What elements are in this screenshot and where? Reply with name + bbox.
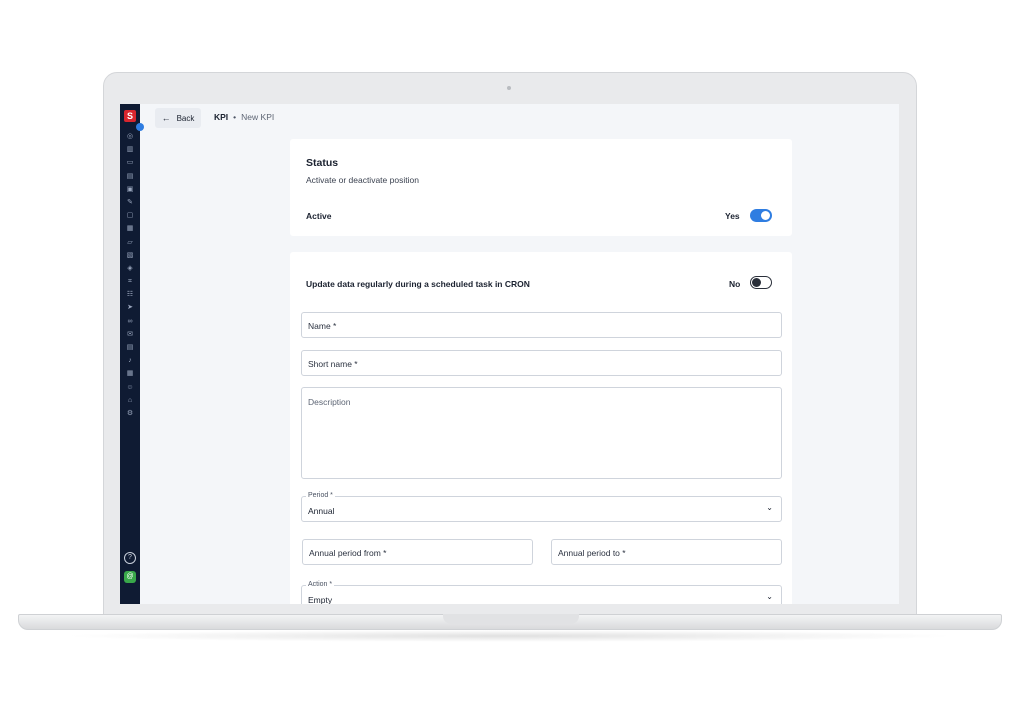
user-avatar[interactable]: @: [124, 571, 136, 583]
short-name-placeholder: Short name *: [308, 359, 358, 369]
action-select[interactable]: Action * Empty ⌄: [301, 581, 782, 604]
description-placeholder: Description: [308, 397, 351, 407]
annual-period-from-placeholder: Annual period from *: [309, 548, 387, 558]
presentation-icon[interactable]: ▭: [120, 156, 140, 169]
mail-icon[interactable]: ✉: [120, 328, 140, 341]
chevron-down-icon: ⌄: [766, 503, 773, 512]
bell-icon[interactable]: ♪: [120, 354, 140, 367]
sidebar: S ◎ ▥ ▭ ▤ ▣ ✎ ▢ ▦ ▱ ▧ ◈ ⌗ ☷ ➤ ∞ ✉ ▤ ♪ ▦ ☺ ⌂ ⚙ ? @: [120, 104, 140, 604]
graduation-icon[interactable]: ⌂: [120, 394, 140, 407]
active-value: Yes: [725, 211, 740, 221]
back-label: Back: [176, 113, 195, 123]
calculator-icon[interactable]: ▦: [120, 367, 140, 380]
toggle-knob: [752, 278, 761, 287]
period-label: Period *: [306, 492, 335, 499]
document-icon[interactable]: ▤: [120, 170, 140, 183]
name-field[interactable]: Name *: [301, 312, 782, 338]
description-field[interactable]: Description: [301, 387, 782, 479]
status-title: Status: [306, 157, 339, 169]
cron-value: No: [729, 279, 741, 289]
calendar-icon[interactable]: ▦: [120, 222, 140, 235]
annual-period-from-field[interactable]: Annual period from *: [302, 539, 533, 565]
cron-toggle[interactable]: [750, 276, 772, 289]
laptop-shadow: [60, 630, 960, 642]
tag-icon[interactable]: ◈: [120, 262, 140, 275]
app-screen: S ◎ ▥ ▭ ▤ ▣ ✎ ▢ ▦ ▱ ▧ ◈ ⌗ ☷ ➤ ∞ ✉ ▤ ♪ ▦ ☺ ⌂ ⚙ ? @ ← Back KPI …: [120, 104, 899, 604]
dashboard-icon[interactable]: ◎: [120, 130, 140, 143]
chart-icon[interactable]: ▥: [120, 143, 140, 156]
chevron-down-icon: ⌄: [766, 592, 773, 601]
laptop-notch: [443, 614, 579, 624]
laptop-camera: [507, 86, 511, 90]
kpi-form-card: Update data regularly during a scheduled…: [290, 252, 792, 604]
sidebar-icon-list: ◎ ▥ ▭ ▤ ▣ ✎ ▢ ▦ ▱ ▧ ◈ ⌗ ☷ ➤ ∞ ✉ ▤ ♪ ▦ ☺ ⌂ ⚙: [120, 130, 140, 420]
active-label: Active: [306, 211, 332, 221]
send-icon[interactable]: ➤: [120, 301, 140, 314]
name-placeholder: Name *: [308, 321, 337, 331]
folder-icon[interactable]: ▱: [120, 236, 140, 249]
network-icon[interactable]: ⌗: [120, 275, 140, 288]
cron-label: Update data regularly during a scheduled…: [306, 279, 530, 289]
link-icon[interactable]: ∞: [120, 315, 140, 328]
period-select[interactable]: Period * Annual ⌄: [301, 492, 782, 522]
edit-icon[interactable]: ✎: [120, 196, 140, 209]
help-icon[interactable]: ?: [124, 552, 136, 564]
app-logo[interactable]: S: [124, 110, 136, 122]
status-card: Status Activate or deactivate position A…: [290, 139, 792, 236]
active-toggle[interactable]: [750, 209, 772, 222]
gallery-icon[interactable]: ▧: [120, 249, 140, 262]
breadcrumb-separator: •: [233, 112, 237, 122]
clipboard-icon[interactable]: ▢: [120, 209, 140, 222]
period-value: Annual: [308, 506, 335, 516]
toggle-knob: [761, 211, 770, 220]
sidebar-collapse-button[interactable]: [136, 123, 144, 131]
breadcrumb-current: New KPI: [241, 112, 275, 122]
arrow-left-icon: ←: [161, 113, 171, 123]
short-name-field[interactable]: Short name *: [301, 350, 782, 376]
action-value: Empty: [308, 595, 333, 604]
settings-icon[interactable]: ⚙: [120, 407, 140, 420]
users-icon[interactable]: ☺: [120, 381, 140, 394]
team-icon[interactable]: ☷: [120, 288, 140, 301]
breadcrumb-kpi[interactable]: KPI: [214, 112, 228, 122]
database-icon[interactable]: ▤: [120, 341, 140, 354]
back-button[interactable]: ← Back: [155, 108, 201, 128]
image-icon[interactable]: ▣: [120, 183, 140, 196]
status-subtitle: Activate or deactivate position: [306, 175, 419, 185]
annual-period-to-placeholder: Annual period to *: [558, 548, 626, 558]
breadcrumb: KPI • New KPI: [214, 112, 274, 122]
annual-period-to-field[interactable]: Annual period to *: [551, 539, 782, 565]
action-label: Action *: [306, 581, 335, 588]
